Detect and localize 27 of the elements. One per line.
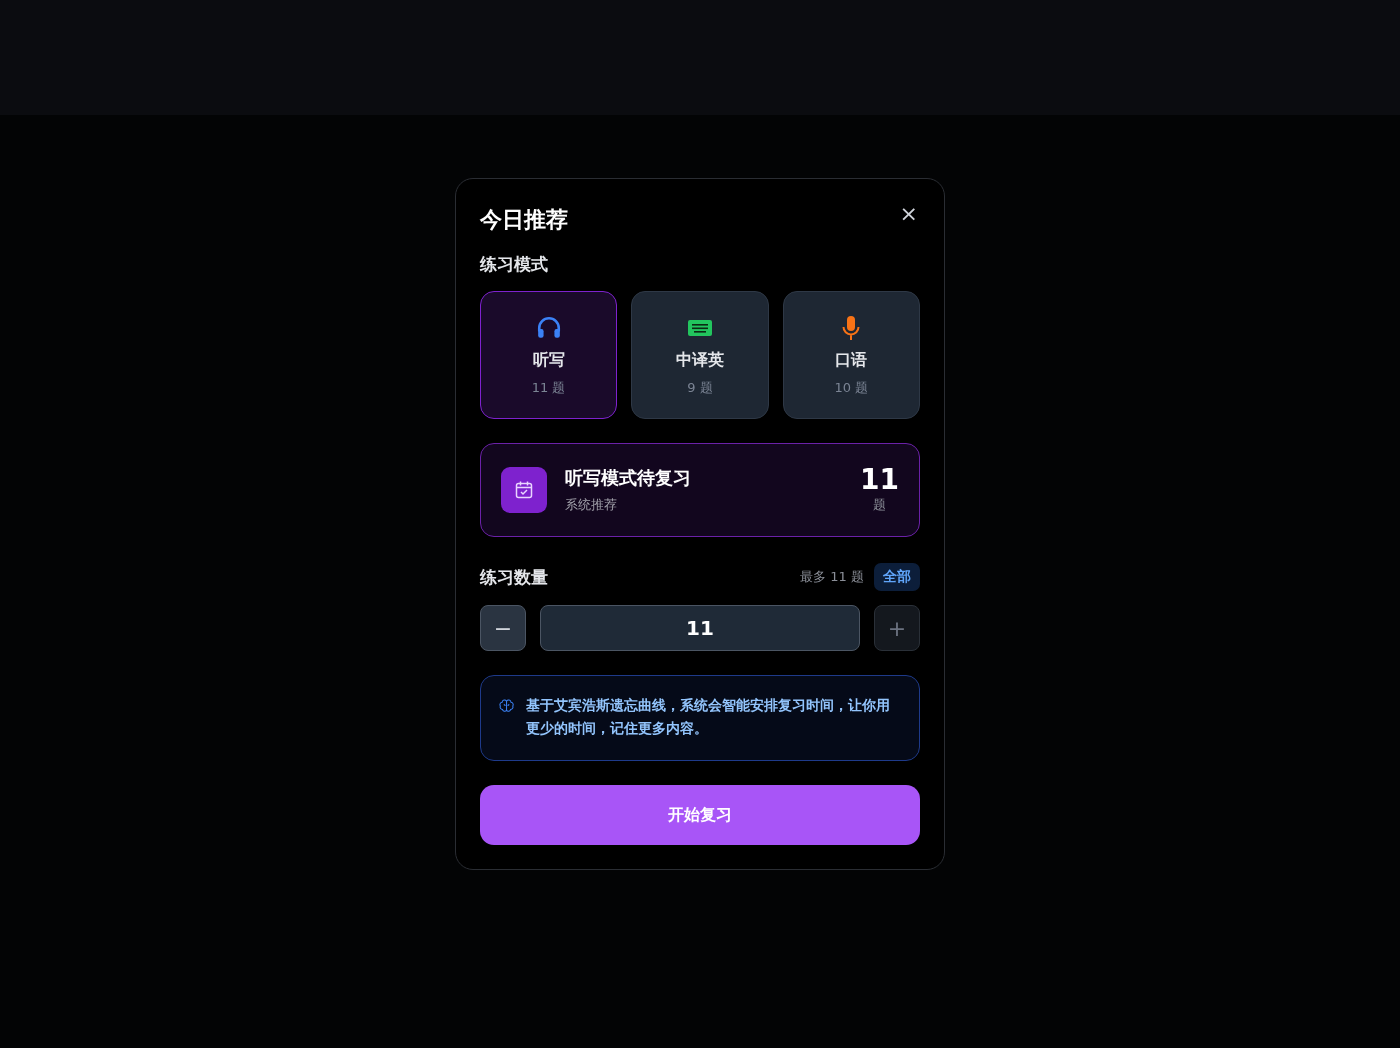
mode-name: 听写	[532, 349, 565, 371]
decrement-button[interactable]: −	[480, 605, 526, 651]
mode-count: 9 题	[687, 378, 713, 397]
start-review-button[interactable]: 开始复习	[480, 785, 920, 845]
mode-count: 10 题	[834, 378, 869, 397]
calendar-icon	[501, 467, 547, 513]
mode-card[interactable]: 中译英 9 题	[631, 291, 769, 419]
mode-name: 口语	[835, 349, 868, 371]
mode-count: 11 题	[531, 378, 566, 397]
info-text: 基于艾宾浩斯遗忘曲线，系统会智能安排复习时间，让你用更少的时间，记住更多内容。	[526, 696, 892, 738]
section-label: 练习数量	[480, 565, 549, 589]
all-button[interactable]: 全部	[874, 563, 920, 591]
close-button[interactable]: ×	[897, 203, 920, 225]
recommendation-title: 听写模式待复习	[565, 466, 692, 490]
dialog-title: 今日推荐	[480, 206, 568, 234]
headphones-icon	[535, 315, 562, 340]
mode-card[interactable]: 听写 11 题	[480, 291, 618, 419]
mode-name: 中译英	[676, 349, 724, 371]
question-count: 11	[860, 466, 899, 494]
max-hint: 最多 11 题	[800, 568, 864, 586]
count-unit: 题	[873, 496, 886, 514]
recommendation-card[interactable]: 听写模式待复习 系统推荐 11 题	[480, 443, 920, 537]
keyboard-icon	[687, 317, 713, 338]
recommendation-subtitle: 系统推荐	[565, 496, 618, 514]
quantity-field[interactable]: 11	[540, 605, 860, 651]
mode-card[interactable]: 口语 10 题	[782, 291, 920, 419]
section-label: 练习模式	[480, 253, 549, 276]
